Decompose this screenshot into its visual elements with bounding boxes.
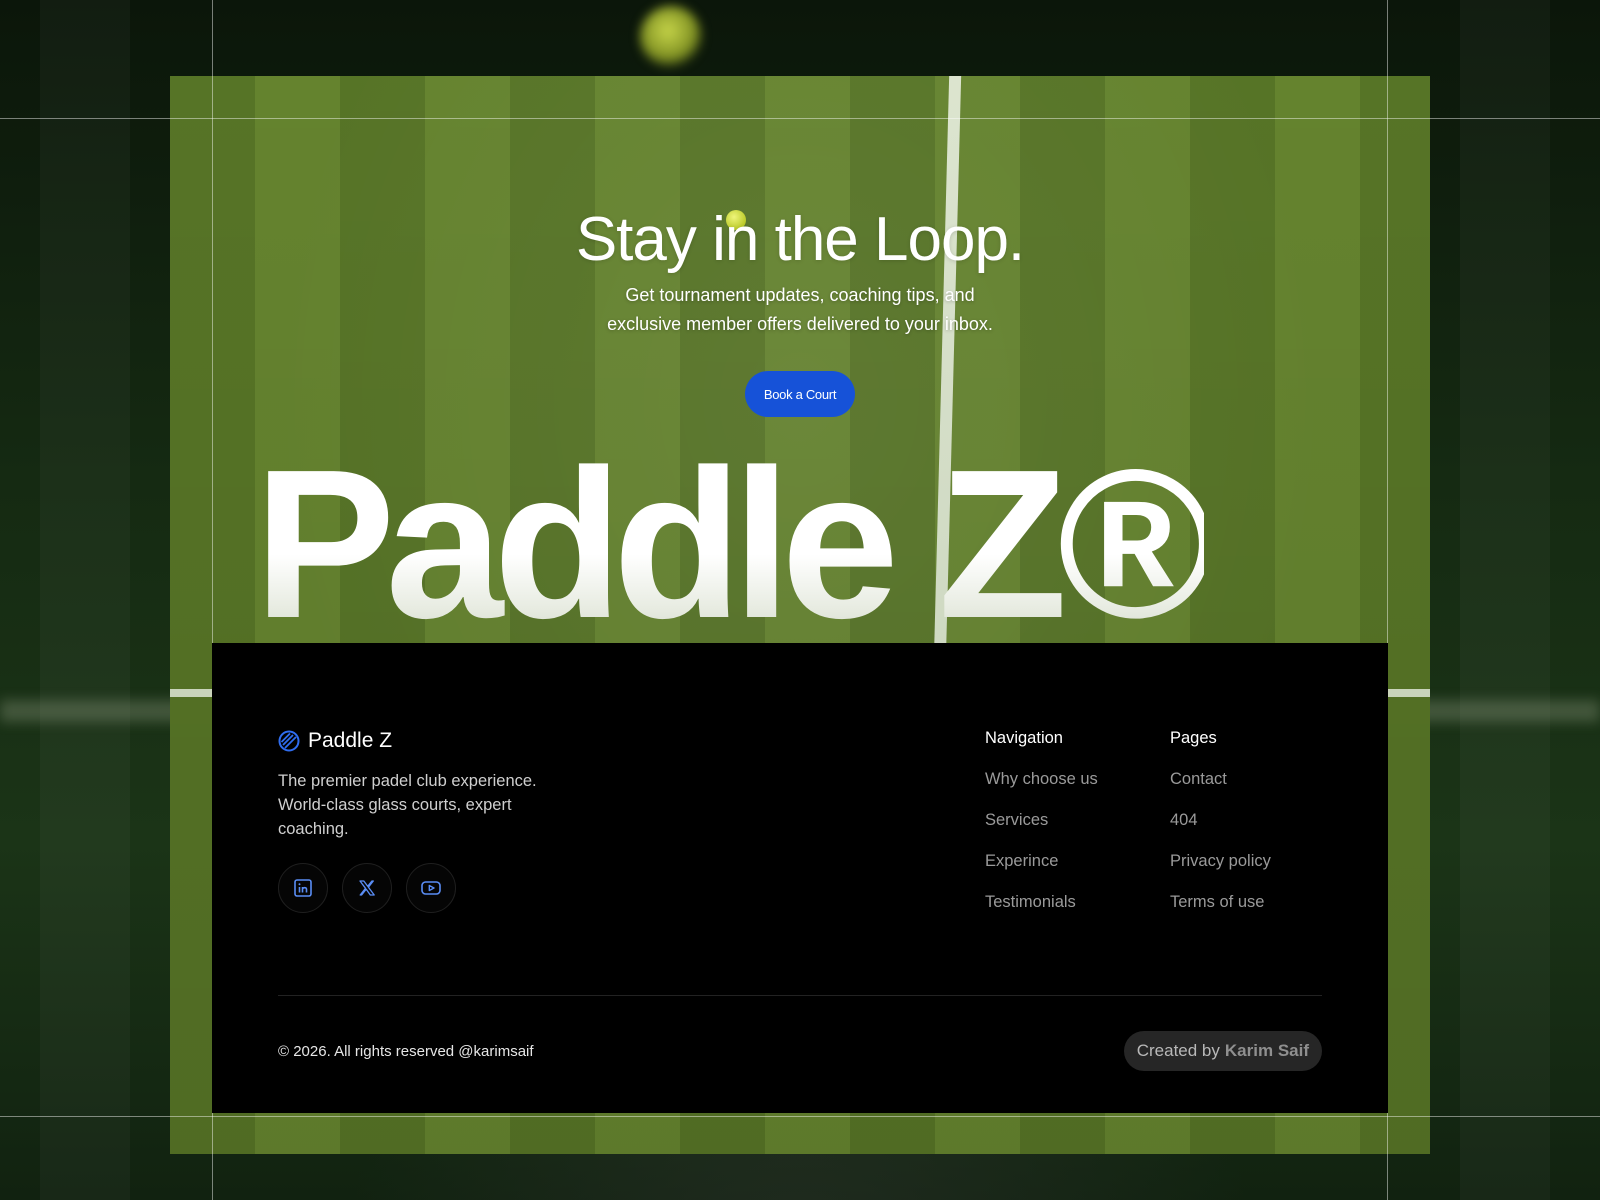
copyright-text: © 2026. All rights reserved @karimsaif — [278, 1043, 534, 1060]
page-link-404[interactable]: 404 — [1170, 809, 1271, 850]
brand-wordmark: Paddle Z® — [254, 456, 1354, 643]
pages-heading: Pages — [1170, 729, 1217, 747]
wordmark-text: Paddle Z® — [254, 456, 1214, 643]
footer-brand[interactable]: Paddle Z — [278, 729, 392, 753]
nav-link-why-choose-us[interactable]: Why choose us — [985, 768, 1098, 809]
padel-ball-logo-icon — [278, 730, 300, 752]
nav-link-services[interactable]: Services — [985, 809, 1098, 850]
hero-subtitle: Get tournament updates, coaching tips, a… — [212, 281, 1388, 339]
page-link-privacy-policy[interactable]: Privacy policy — [1170, 850, 1271, 891]
footer-pages: Pages Contact 404 Privacy policy Terms o… — [1170, 729, 1271, 932]
navigation-heading: Navigation — [985, 729, 1063, 747]
nav-link-testimonials[interactable]: Testimonials — [985, 891, 1098, 932]
footer-divider — [278, 995, 1322, 996]
linkedin-link[interactable] — [278, 863, 328, 913]
nav-link-experience[interactable]: Experince — [985, 850, 1098, 891]
youtube-link[interactable] — [406, 863, 456, 913]
book-court-button[interactable]: Book a Court — [745, 371, 855, 417]
footer-navigation: Navigation Why choose us Services Experi… — [985, 729, 1098, 932]
brand-tagline: The premier padel club experience. World… — [278, 772, 537, 838]
x-twitter-link[interactable] — [342, 863, 392, 913]
page-link-contact[interactable]: Contact — [1170, 768, 1271, 809]
site-footer: Paddle Z The premier padel club experien… — [212, 643, 1388, 1113]
credit-name: Karim Saif — [1224, 1041, 1309, 1060]
hero-subtitle-line: Get tournament updates, coaching tips, a… — [625, 285, 975, 305]
social-links — [278, 863, 456, 913]
credit-prefix: Created by — [1136, 1041, 1220, 1060]
linkedin-icon — [294, 879, 312, 897]
page-link-terms-of-use[interactable]: Terms of use — [1170, 891, 1271, 932]
blurred-ball-decoration — [640, 6, 702, 68]
creator-credit-badge[interactable]: Created by Karim Saif — [1123, 1031, 1322, 1071]
brand-name: Paddle Z — [308, 729, 393, 752]
hero-title: Stay in the Loop. — [575, 205, 1025, 274]
youtube-icon — [421, 881, 441, 895]
hero-subtitle-line: exclusive member offers delivered to you… — [607, 314, 993, 334]
guide-line — [0, 1116, 1600, 1117]
x-twitter-icon — [359, 880, 375, 896]
newsletter-hero: Stay in the Loop. Get tournament updates… — [212, 116, 1388, 643]
